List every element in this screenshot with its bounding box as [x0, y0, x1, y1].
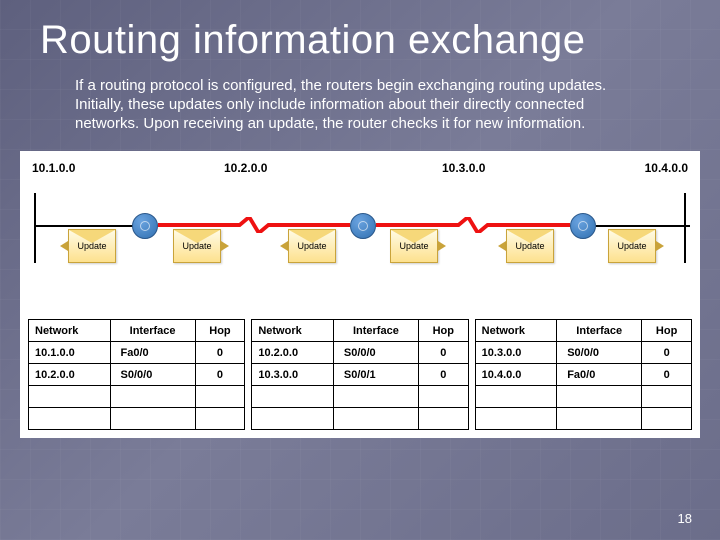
envelope-icon: Update — [506, 229, 554, 263]
envelope-icon: Update — [68, 229, 116, 263]
table-header-row: Network Interface Hop — [475, 320, 691, 342]
routing-table: Network Interface Hop 10.3.0.0 S0/0/0 0 … — [475, 319, 692, 430]
cell-hop: 0 — [195, 364, 245, 386]
col-hop: Hop — [195, 320, 245, 342]
cell-interface: Fa0/0 — [557, 364, 642, 386]
cell-network: 10.4.0.0 — [475, 364, 557, 386]
link-ethernet-right — [596, 225, 690, 227]
table-row — [475, 386, 691, 408]
table-row — [29, 408, 245, 430]
network-label-3: 10.3.0.0 — [442, 161, 485, 175]
table-row — [29, 386, 245, 408]
update-packet: Update — [506, 229, 554, 263]
table-row: 10.1.0.0 Fa0/0 0 — [29, 342, 245, 364]
router-icon — [132, 213, 158, 239]
col-hop: Hop — [642, 320, 692, 342]
router-icon — [350, 213, 376, 239]
network-diagram: 10.1.0.0 10.2.0.0 10.3.0.0 10.4.0.0 Upda… — [20, 151, 700, 438]
cell-interface: S0/0/0 — [557, 342, 642, 364]
table-row: 10.4.0.0 Fa0/0 0 — [475, 364, 691, 386]
cell-network: 10.1.0.0 — [29, 342, 111, 364]
routing-table: Network Interface Hop 10.1.0.0 Fa0/0 0 1… — [28, 319, 245, 430]
router-icon — [570, 213, 596, 239]
col-network: Network — [475, 320, 557, 342]
update-packet: Update — [68, 229, 116, 263]
arrow-left-icon — [60, 241, 68, 251]
slide-number: 18 — [678, 511, 692, 526]
envelope-icon: Update — [608, 229, 656, 263]
cell-interface: S0/0/0 — [333, 342, 418, 364]
routing-table: Network Interface Hop 10.2.0.0 S0/0/0 0 … — [251, 319, 468, 430]
cell-network: 10.2.0.0 — [252, 342, 334, 364]
envelope-icon: Update — [390, 229, 438, 263]
col-interface: Interface — [333, 320, 418, 342]
table-row — [252, 408, 468, 430]
cell-hop: 0 — [642, 364, 692, 386]
table-header-row: Network Interface Hop — [252, 320, 468, 342]
table-row: 10.3.0.0 S0/0/0 0 — [475, 342, 691, 364]
link-ethernet-left — [36, 225, 134, 227]
cell-hop: 0 — [418, 342, 468, 364]
col-network: Network — [252, 320, 334, 342]
update-packet: Update — [288, 229, 336, 263]
arrow-left-icon — [498, 241, 506, 251]
update-packet: Update — [173, 229, 221, 263]
arrow-right-icon — [438, 241, 446, 251]
col-network: Network — [29, 320, 111, 342]
topology: Update Update Update Update Update Updat… — [28, 185, 692, 275]
table-row — [475, 408, 691, 430]
table-header-row: Network Interface Hop — [29, 320, 245, 342]
update-packet: Update — [390, 229, 438, 263]
table-row: 10.2.0.0 S0/0/0 0 — [29, 364, 245, 386]
update-label: Update — [617, 241, 646, 251]
update-label: Update — [77, 241, 106, 251]
update-label: Update — [515, 241, 544, 251]
cell-interface: S0/0/1 — [333, 364, 418, 386]
table-row: 10.2.0.0 S0/0/0 0 — [252, 342, 468, 364]
col-interface: Interface — [110, 320, 195, 342]
col-hop: Hop — [418, 320, 468, 342]
col-interface: Interface — [557, 320, 642, 342]
update-label: Update — [182, 241, 211, 251]
update-label: Update — [399, 241, 428, 251]
slide-title: Routing information exchange — [0, 0, 720, 77]
cell-hop: 0 — [642, 342, 692, 364]
lan-segment-left — [34, 193, 36, 263]
cell-hop: 0 — [418, 364, 468, 386]
table-row — [252, 386, 468, 408]
cell-network: 10.3.0.0 — [252, 364, 334, 386]
network-labels: 10.1.0.0 10.2.0.0 10.3.0.0 10.4.0.0 — [28, 161, 692, 181]
cell-interface: S0/0/0 — [110, 364, 195, 386]
routing-tables: Network Interface Hop 10.1.0.0 Fa0/0 0 1… — [28, 319, 692, 430]
cell-hop: 0 — [195, 342, 245, 364]
network-label-1: 10.1.0.0 — [32, 161, 75, 175]
lan-segment-right — [684, 193, 686, 263]
envelope-icon: Update — [173, 229, 221, 263]
table-row: 10.3.0.0 S0/0/1 0 — [252, 364, 468, 386]
arrow-right-icon — [656, 241, 664, 251]
cell-interface: Fa0/0 — [110, 342, 195, 364]
cell-network: 10.2.0.0 — [29, 364, 111, 386]
update-label: Update — [297, 241, 326, 251]
update-packet: Update — [608, 229, 656, 263]
arrow-left-icon — [280, 241, 288, 251]
network-label-4: 10.4.0.0 — [645, 161, 688, 175]
envelope-icon: Update — [288, 229, 336, 263]
cell-network: 10.3.0.0 — [475, 342, 557, 364]
slide-body-text: If a routing protocol is configured, the… — [0, 77, 720, 151]
arrow-right-icon — [221, 241, 229, 251]
network-label-2: 10.2.0.0 — [224, 161, 267, 175]
